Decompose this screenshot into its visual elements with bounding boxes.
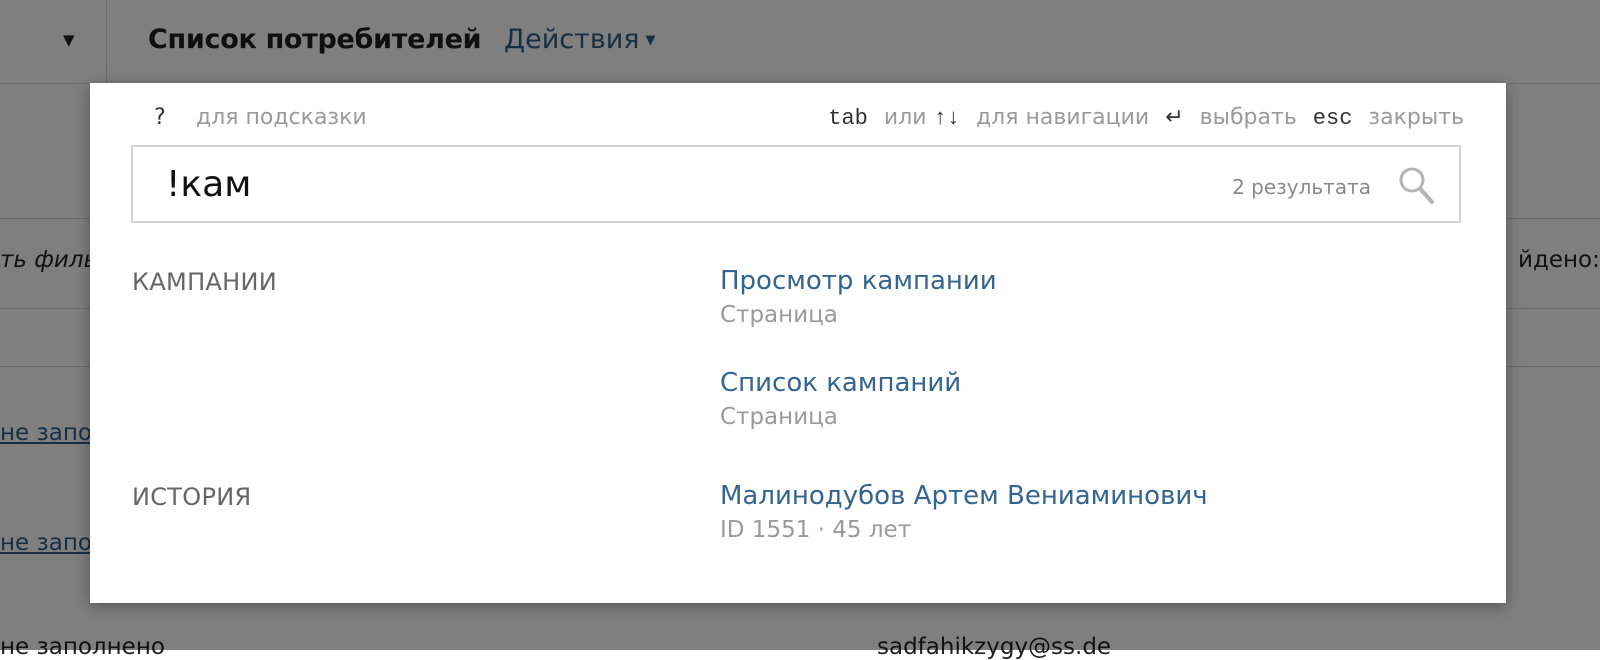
search-input[interactable]: [166, 161, 1166, 207]
esc-key: esc: [1312, 106, 1353, 131]
enter-key-icon: ↵: [1165, 106, 1184, 131]
arrow-keys-icon: ↑↓: [933, 106, 960, 131]
help-hint: для подсказки: [196, 105, 367, 130]
navigation-hints: tab или ↑↓ для навигации ↵ выбрать esc закрыть: [828, 105, 1464, 131]
result-subtitle: Страница: [720, 404, 838, 430]
help-key: ?: [153, 105, 167, 130]
result-subtitle: ID 1551 · 45 лет: [720, 517, 912, 543]
tab-key: tab: [828, 106, 868, 131]
result-count: 2 результата: [1232, 175, 1371, 199]
keyboard-hints: ? для подсказки tab или ↑↓ для навигации ↵ в…: [90, 83, 1506, 141]
search-box: 2 результата: [131, 145, 1461, 223]
close-hint: закрыть: [1368, 105, 1464, 130]
command-palette: ? для подсказки tab или ↑↓ для навигации ↵ в…: [90, 83, 1506, 603]
search-icon[interactable]: [1397, 165, 1435, 205]
or-text: или: [883, 105, 927, 130]
result-title: Список кампаний: [720, 368, 962, 398]
result-title: Просмотр кампании: [720, 266, 997, 296]
group-label-history: ИСТОРИЯ: [132, 483, 252, 511]
group-label-campaigns: КАМПАНИИ: [132, 268, 277, 296]
result-item[interactable]: Просмотр кампании Страница: [720, 266, 997, 328]
result-subtitle: Страница: [720, 302, 838, 328]
nav-hint: для навигации: [975, 105, 1150, 130]
result-item[interactable]: Список кампаний Страница: [720, 368, 961, 430]
select-hint: выбрать: [1199, 105, 1297, 130]
result-item[interactable]: Малинодубов Артем Вениаминович ID 1551 ·…: [720, 481, 1208, 543]
result-title: Малинодубов Артем Вениаминович: [720, 481, 1208, 511]
